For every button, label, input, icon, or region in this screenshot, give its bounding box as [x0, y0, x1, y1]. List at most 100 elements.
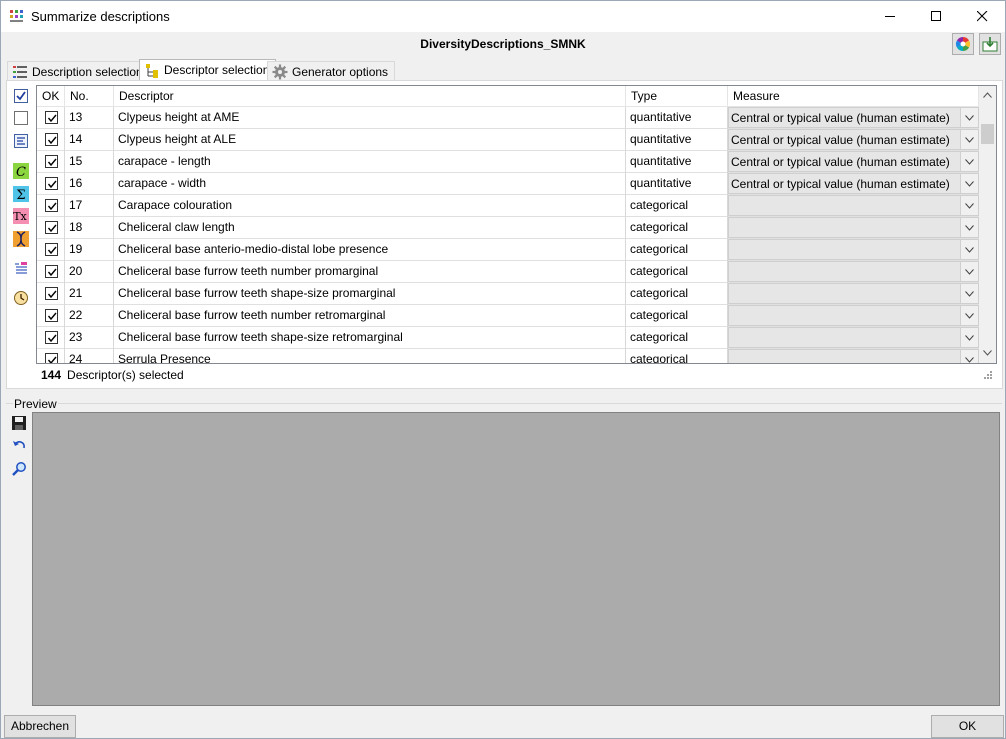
ok-checkbox[interactable]	[45, 155, 58, 168]
column-header-ok[interactable]: OK	[37, 86, 65, 107]
ok-checkbox[interactable]	[45, 133, 58, 146]
ok-checkbox[interactable]	[45, 221, 58, 234]
measure-dropdown-button[interactable]	[960, 152, 978, 171]
measure-select[interactable]	[728, 327, 979, 348]
column-header-measure[interactable]: Measure	[728, 86, 979, 107]
undo-icon[interactable]	[11, 438, 27, 454]
measure-dropdown-button[interactable]	[960, 284, 978, 303]
sigma-icon[interactable]: Σ	[13, 186, 29, 202]
ok-cell[interactable]	[37, 129, 65, 151]
scroll-down-icon[interactable]	[983, 350, 992, 356]
ok-cell[interactable]	[37, 305, 65, 327]
tab-generator-options[interactable]: Generator options	[267, 61, 396, 81]
scrollbar-thumb[interactable]	[981, 124, 994, 144]
descriptor-cell[interactable]: Serrula Presence	[114, 349, 626, 363]
ok-checkbox[interactable]	[45, 287, 58, 300]
descriptor-cell[interactable]: Cheliceral base furrow teeth number prom…	[114, 261, 626, 283]
measure-dropdown-button[interactable]	[960, 240, 978, 259]
table-row[interactable]: 17 Carapace colouration categorical	[37, 195, 979, 217]
measure-select[interactable]	[728, 283, 979, 304]
ok-cell[interactable]	[37, 239, 65, 261]
column-header-descriptor[interactable]: Descriptor	[114, 86, 626, 107]
measure-dropdown-button[interactable]	[960, 262, 978, 281]
measure-dropdown-button[interactable]	[960, 108, 978, 127]
table-row[interactable]: 21 Cheliceral base furrow teeth shape-siz…	[37, 283, 979, 305]
column-header-no[interactable]: No.	[65, 86, 114, 107]
table-row[interactable]: 20 Cheliceral base furrow teeth number pr…	[37, 261, 979, 283]
measure-dropdown-button[interactable]	[960, 218, 978, 237]
descriptor-cell[interactable]: Cheliceral base furrow teeth shape-size …	[114, 327, 626, 349]
measure-select[interactable]	[728, 261, 979, 282]
preview-area[interactable]	[32, 412, 1000, 706]
grid-vertical-scrollbar[interactable]	[979, 86, 996, 363]
descriptor-cell[interactable]: Cheliceral base furrow teeth shape-size …	[114, 283, 626, 305]
measure-dropdown-button[interactable]	[960, 350, 978, 363]
ok-checkbox[interactable]	[45, 199, 58, 212]
ok-checkbox[interactable]	[45, 309, 58, 322]
clock-icon[interactable]	[13, 290, 29, 306]
ok-cell[interactable]	[37, 283, 65, 305]
table-row[interactable]: 24 Serrula Presence categorical	[37, 349, 979, 363]
zoom-icon[interactable]	[11, 461, 27, 477]
ok-cell[interactable]	[37, 195, 65, 217]
resize-grip-icon[interactable]	[983, 370, 993, 380]
measure-dropdown-button[interactable]	[960, 328, 978, 347]
tab-descriptor-selection[interactable]: Descriptor selection	[139, 59, 277, 81]
ok-button[interactable]: OK	[931, 715, 1004, 738]
measure-select[interactable]: Central or typical value (human estimate…	[728, 151, 979, 172]
table-row[interactable]: 22 Cheliceral base furrow teeth number re…	[37, 305, 979, 327]
minimize-button[interactable]	[867, 1, 913, 32]
ok-checkbox[interactable]	[45, 243, 58, 256]
table-row[interactable]: 13 Clypeus height at AME quantitative Centr…	[37, 107, 979, 129]
table-row[interactable]: 23 Cheliceral base furrow teeth shape-siz…	[37, 327, 979, 349]
table-row[interactable]: 15 carapace - length quantitative Central o…	[37, 151, 979, 173]
c-icon[interactable]: C	[13, 163, 29, 179]
measure-select[interactable]: Central or typical value (human estimate…	[728, 173, 979, 194]
maximize-button[interactable]	[913, 1, 959, 32]
export-button[interactable]	[979, 33, 1001, 55]
measure-select[interactable]: Central or typical value (human estimate…	[728, 107, 979, 128]
measure-select[interactable]: Central or typical value (human estimate…	[728, 129, 979, 150]
measure-select[interactable]	[728, 217, 979, 238]
ok-checkbox[interactable]	[45, 331, 58, 344]
measure-select[interactable]	[728, 305, 979, 326]
measure-select[interactable]	[728, 349, 979, 363]
descriptor-cell[interactable]: carapace - width	[114, 173, 626, 195]
table-row[interactable]: 14 Clypeus height at ALE quantitative Centr…	[37, 129, 979, 151]
ok-cell[interactable]	[37, 173, 65, 195]
check-all-icon[interactable]	[13, 88, 29, 104]
descriptor-cell[interactable]: Carapace colouration	[114, 195, 626, 217]
table-row[interactable]: 16 carapace - width quantitative Central or…	[37, 173, 979, 195]
column-header-type[interactable]: Type	[626, 86, 728, 107]
ok-checkbox[interactable]	[45, 111, 58, 124]
descriptor-cell[interactable]: Cheliceral base anterio-medio-distal lob…	[114, 239, 626, 261]
table-row[interactable]: 18 Cheliceral claw length categorical	[37, 217, 979, 239]
save-icon[interactable]	[11, 415, 27, 431]
descriptor-cell[interactable]: Cheliceral base furrow teeth number retr…	[114, 305, 626, 327]
measure-dropdown-button[interactable]	[960, 196, 978, 215]
table-row[interactable]: 19 Cheliceral base anterio-medio-distal l…	[37, 239, 979, 261]
descriptor-cell[interactable]: Clypeus height at AME	[114, 107, 626, 129]
ok-cell[interactable]	[37, 349, 65, 363]
cancel-button[interactable]: Abbrechen	[4, 715, 76, 738]
descriptor-cell[interactable]: Cheliceral claw length	[114, 217, 626, 239]
descriptor-cell[interactable]: Clypeus height at ALE	[114, 129, 626, 151]
measure-dropdown-button[interactable]	[960, 174, 978, 193]
tab-description-selection[interactable]: Description selection	[7, 61, 150, 81]
measure-select[interactable]	[728, 195, 979, 216]
filter-icon[interactable]	[13, 133, 29, 149]
tx-icon[interactable]: Tx	[13, 208, 29, 224]
color-settings-button[interactable]	[952, 33, 974, 55]
ok-checkbox[interactable]	[45, 265, 58, 278]
list-filter-icon[interactable]	[13, 261, 29, 277]
measure-dropdown-button[interactable]	[960, 306, 978, 325]
scroll-up-icon[interactable]	[983, 92, 992, 98]
measure-dropdown-button[interactable]	[960, 130, 978, 149]
close-button[interactable]	[959, 1, 1005, 32]
ok-cell[interactable]	[37, 151, 65, 173]
ok-cell[interactable]	[37, 217, 65, 239]
measure-select[interactable]	[728, 239, 979, 260]
ok-cell[interactable]	[37, 261, 65, 283]
ok-cell[interactable]	[37, 107, 65, 129]
uncheck-all-icon[interactable]	[13, 110, 29, 126]
